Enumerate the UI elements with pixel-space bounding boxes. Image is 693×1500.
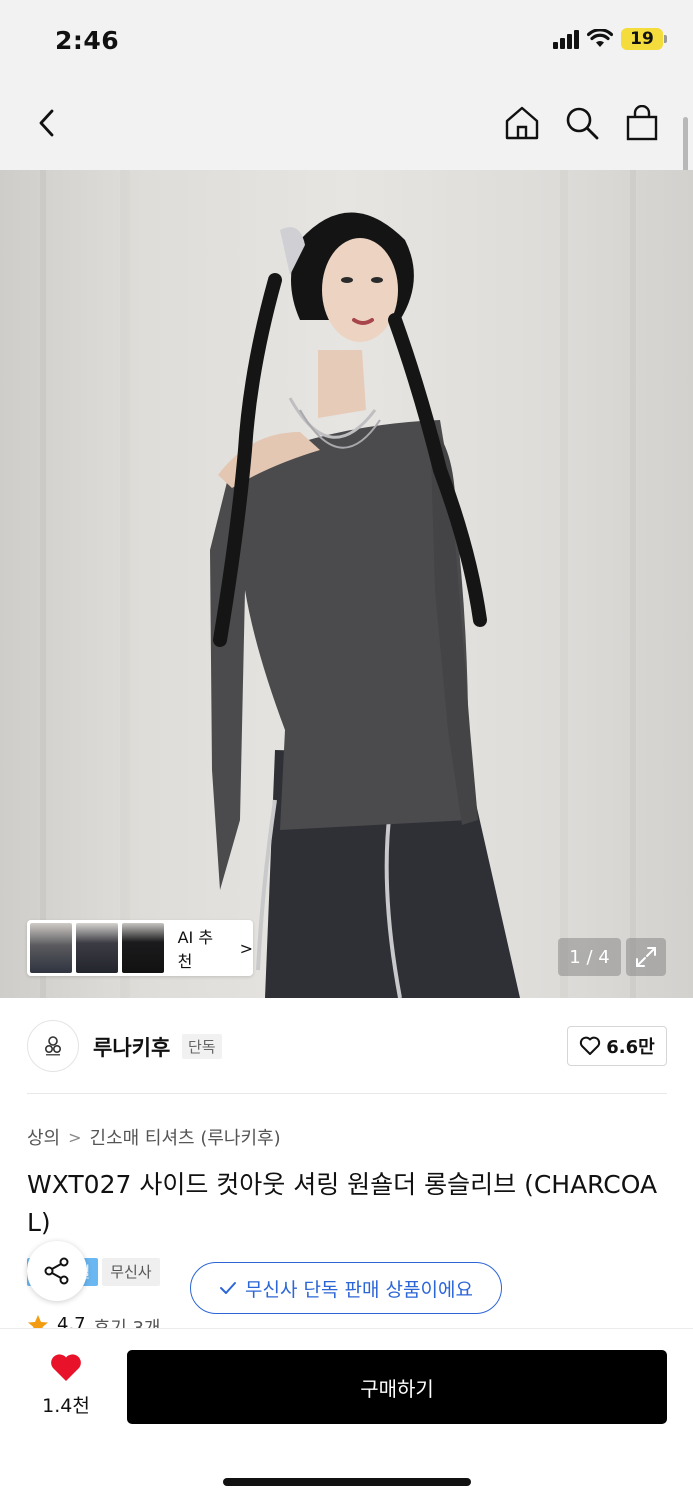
product-title: WXT027 사이드 컷아웃 셔링 원숄더 롱슬리브 (CHARCOAL)	[27, 1170, 658, 1237]
expand-image-button[interactable]	[626, 938, 666, 976]
home-indicator[interactable]	[223, 1478, 471, 1486]
ai-recommend-card[interactable]: AI 추천 >	[27, 920, 253, 976]
battery-indicator: 19	[621, 28, 667, 50]
heart-outline-icon	[580, 1036, 601, 1055]
toast-text: 무신사 단독 판매 상품이에요	[245, 1278, 473, 1301]
tag-musinsa[interactable]: 무신사	[102, 1258, 160, 1286]
brand-logo[interactable]	[27, 1020, 79, 1072]
chevron-right-icon: >	[239, 938, 254, 958]
recommend-thumbnail[interactable]	[30, 923, 72, 973]
back-button[interactable]	[24, 100, 70, 146]
product-like-count: 1.4천	[42, 1395, 90, 1417]
recommend-thumbnail[interactable]	[75, 923, 118, 973]
breadcrumb: 상의 > 긴소매 티셔츠 (루나키후)	[27, 1124, 281, 1150]
brand-name[interactable]: 루나키후	[93, 1032, 170, 1062]
brand-logo-mark	[44, 1036, 62, 1056]
share-button[interactable]	[27, 1241, 87, 1301]
bottom-action-bar: 1.4천 구매하기	[0, 1328, 693, 1500]
cart-button[interactable]	[619, 100, 665, 146]
star-icon	[28, 1315, 48, 1328]
brand-like-button[interactable]: 6.6만	[567, 1026, 667, 1066]
ai-recommend-label: AI 추천	[177, 928, 214, 971]
product-photo	[40, 170, 636, 998]
breadcrumb-category[interactable]: 상의	[27, 1124, 60, 1150]
exclusive-badge: 단독	[182, 1034, 222, 1059]
search-icon	[566, 107, 599, 140]
cellular-signal-icon	[553, 29, 579, 49]
review-count[interactable]: 후기 3개	[94, 1314, 161, 1328]
shopping-bag-icon	[626, 105, 658, 141]
breadcrumb-subcategory[interactable]: 긴소매 티셔츠 (루나키후)	[90, 1124, 281, 1150]
home-icon	[505, 106, 539, 140]
buy-button[interactable]: 구매하기	[127, 1350, 667, 1424]
image-page-indicator: 1 / 4	[558, 938, 621, 976]
search-button[interactable]	[559, 100, 605, 146]
home-button[interactable]	[499, 100, 545, 146]
brand-row: 루나키후 단독 6.6만	[27, 1020, 667, 1074]
check-icon	[220, 1282, 237, 1294]
chevron-left-icon	[39, 109, 54, 137]
breadcrumb-separator-icon: >	[68, 1127, 82, 1147]
rating-score: 4.7	[57, 1314, 86, 1328]
exclusive-sale-toast: 무신사 단독 판매 상품이에요	[190, 1262, 502, 1314]
status-icons: 19	[553, 28, 667, 50]
status-time: 2:46	[55, 26, 120, 55]
wifi-icon	[587, 29, 613, 47]
rating-row[interactable]: 4.7 후기 3개	[27, 1314, 161, 1328]
product-like-button[interactable]: 1.4천	[30, 1353, 102, 1418]
divider	[27, 1093, 667, 1094]
product-image-gallery[interactable]: AI 추천 > 1 / 4	[0, 170, 693, 998]
recommend-thumbnail[interactable]	[121, 923, 164, 973]
expand-icon	[636, 947, 656, 967]
top-bar: 2:46 19	[0, 0, 693, 170]
brand-like-count: 6.6만	[606, 1037, 655, 1058]
heart-filled-icon	[51, 1354, 81, 1381]
share-icon	[44, 1257, 69, 1285]
